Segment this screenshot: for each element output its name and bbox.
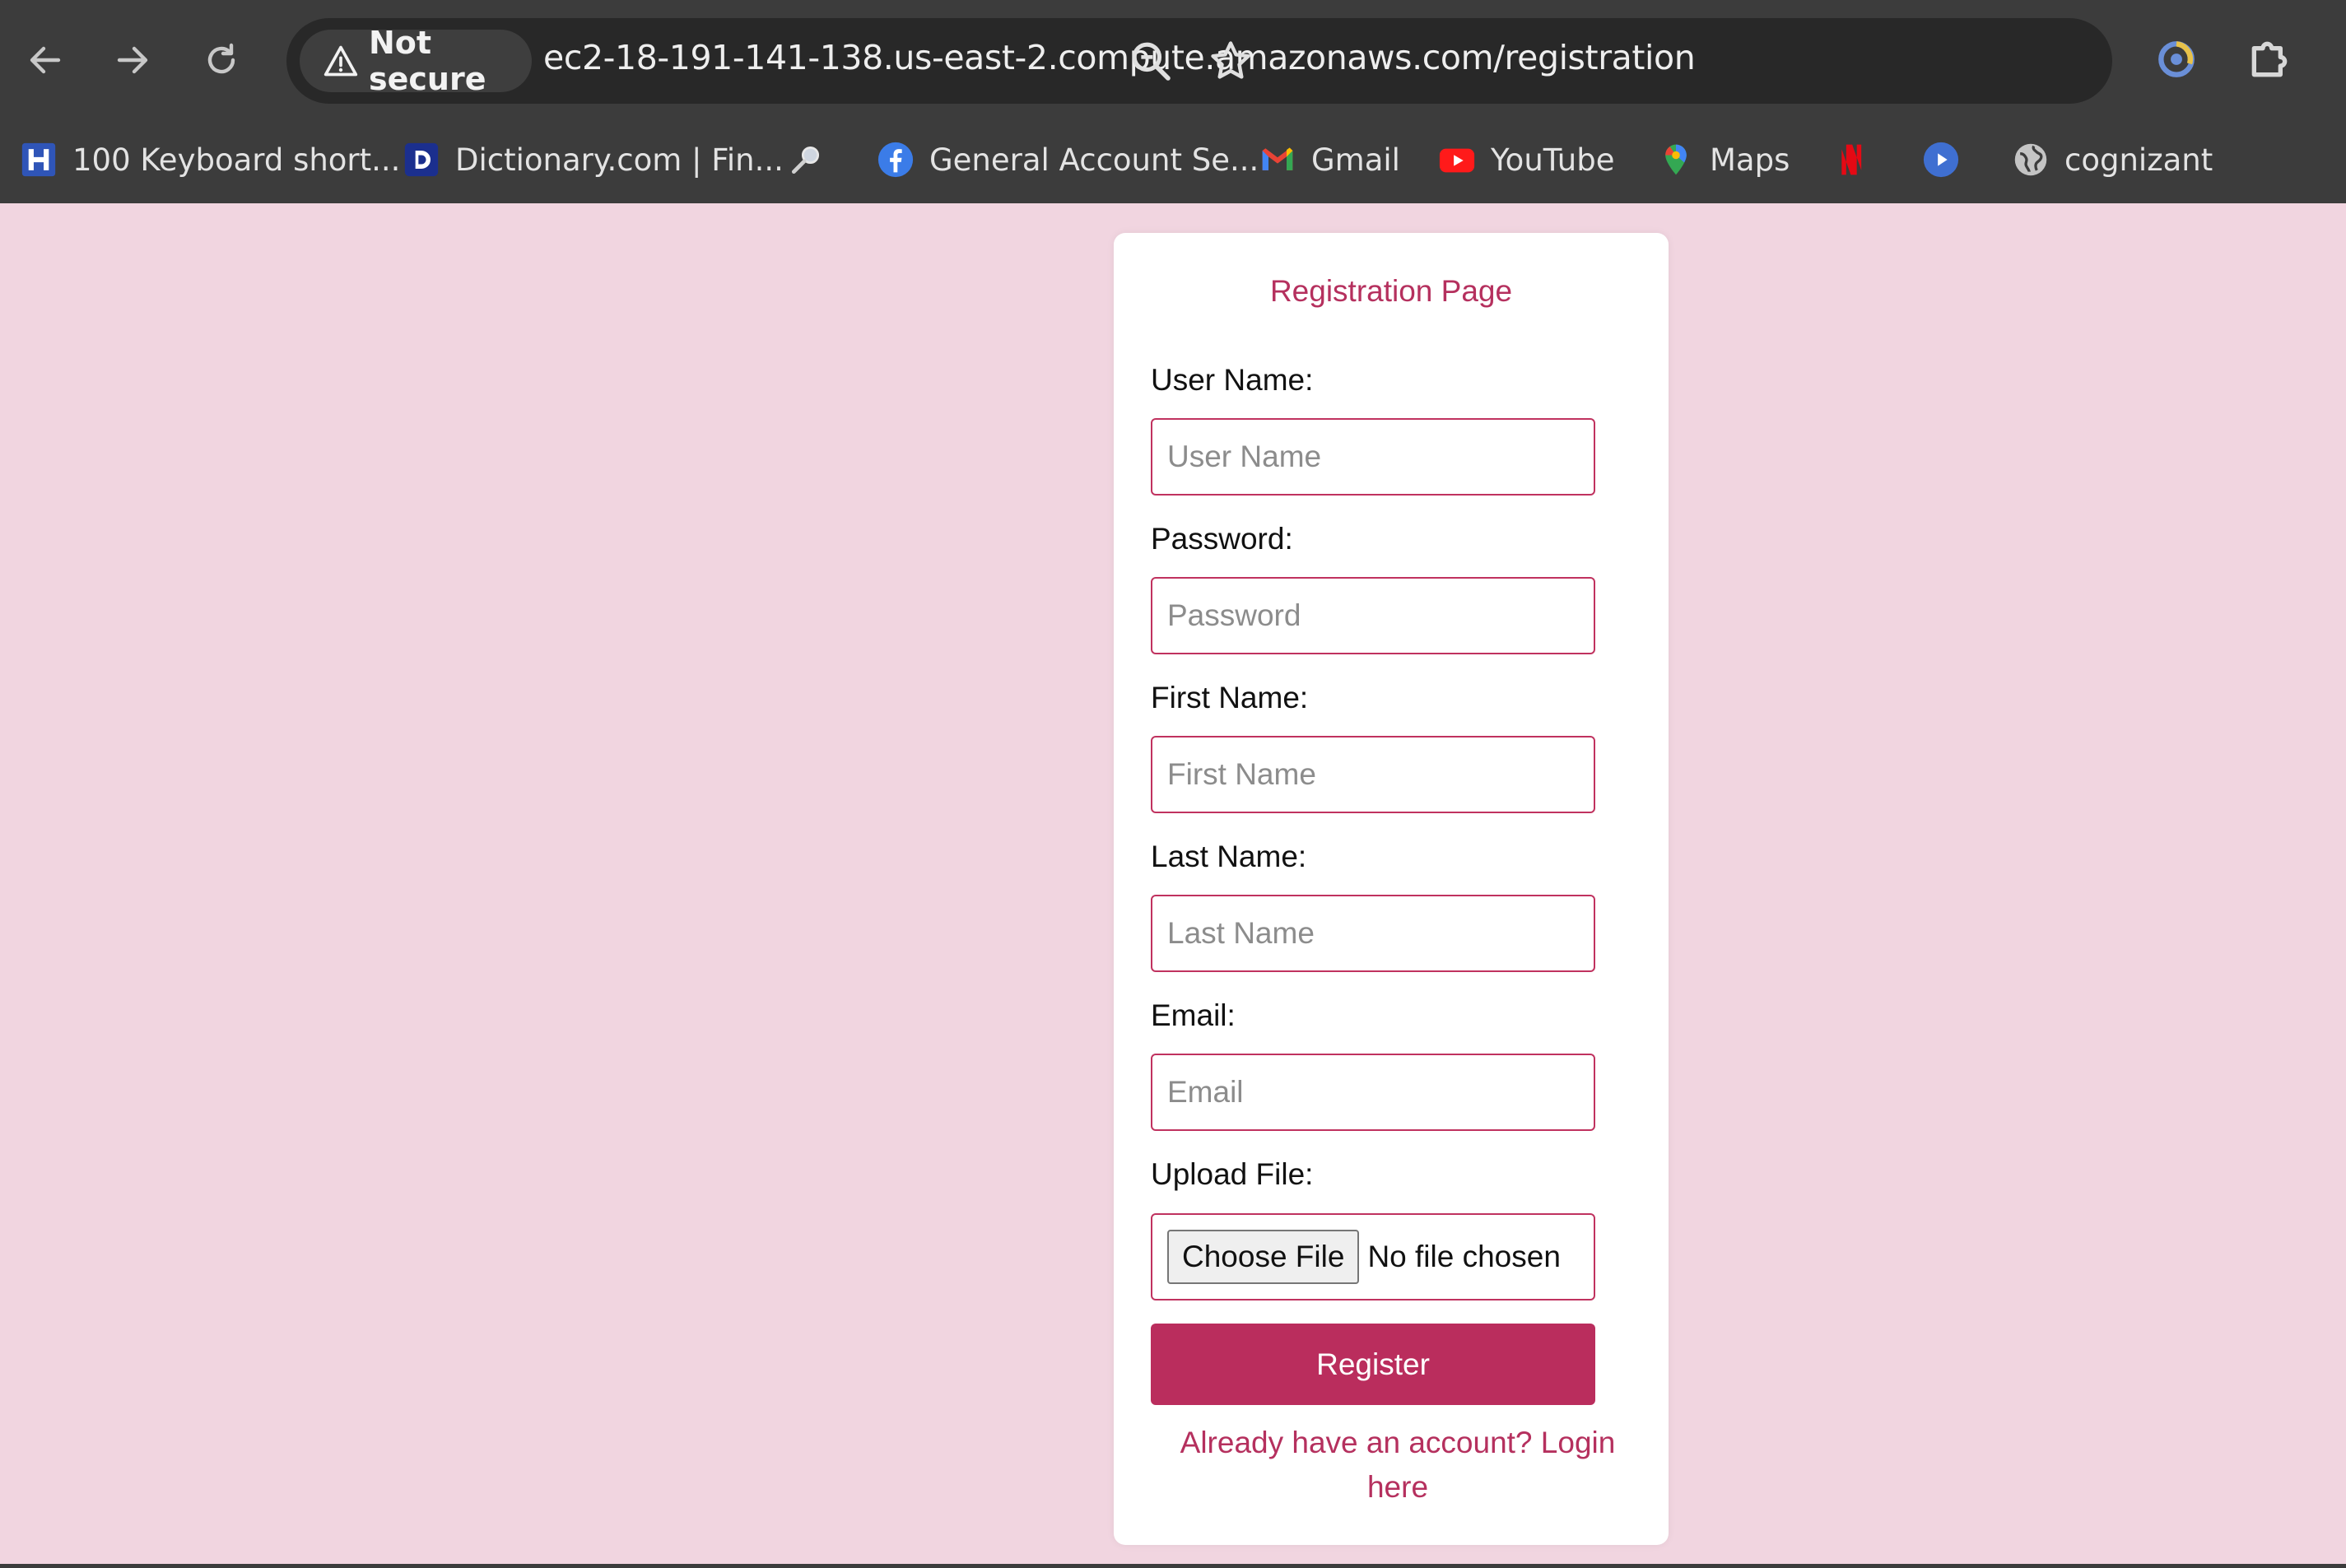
upload-label: Upload File: <box>1151 1157 1314 1191</box>
extension-icon[interactable] <box>2150 33 2203 86</box>
magnifier-icon <box>787 141 825 179</box>
maps-pin-icon <box>1657 141 1695 179</box>
first-name-label: First Name: <box>1151 681 1309 714</box>
security-indicator[interactable]: Not secure <box>300 25 532 97</box>
bookmark-media-player[interactable] <box>1922 135 1960 184</box>
password-input[interactable] <box>1151 577 1595 654</box>
back-arrow-icon <box>30 46 61 74</box>
login-link[interactable]: Already have an account? Login here <box>1163 1421 1632 1510</box>
forward-arrow-icon <box>117 46 148 74</box>
zoom-icon[interactable] <box>1128 38 1174 84</box>
last-name-label: Last Name: <box>1151 840 1307 873</box>
bookmark-netflix[interactable] <box>1835 135 1873 184</box>
back-button[interactable] <box>16 31 74 89</box>
globe-icon <box>2012 141 2050 179</box>
bookmark-search-tool[interactable] <box>787 135 825 184</box>
play-circle-icon <box>1922 141 1960 179</box>
registration-card: Registration Page User Name: Password: F… <box>1114 233 1669 1545</box>
window-bottom-border <box>0 1564 2346 1568</box>
choose-file-button[interactable]: Choose File <box>1167 1230 1360 1284</box>
first-name-input[interactable] <box>1151 736 1595 813</box>
bookmarks-bar: 100 Keyboard short... Dictionary.com | F… <box>0 115 2346 203</box>
page-title: Registration Page <box>1269 274 1513 308</box>
file-status-text: No file chosen <box>1367 1240 1561 1273</box>
facebook-icon <box>877 141 915 179</box>
bookmark-star-icon[interactable] <box>1208 38 1254 84</box>
dictionary-logo-icon <box>403 141 440 179</box>
browser-chrome: Not secure ec2-18-191-141-138.us-east-2.… <box>0 0 2346 203</box>
password-label: Password: <box>1151 522 1293 556</box>
bookmark-keyboard-shortcuts[interactable]: 100 Keyboard short... <box>20 135 400 184</box>
bookmark-facebook-account[interactable]: General Account Se... <box>877 135 1259 184</box>
bookmark-maps[interactable]: Maps <box>1657 135 1790 184</box>
email-label: Email: <box>1151 998 1236 1032</box>
address-bar[interactable]: Not secure ec2-18-191-141-138.us-east-2.… <box>286 18 2112 104</box>
url-text[interactable]: ec2-18-191-141-138.us-east-2.compute.ama… <box>543 38 1696 77</box>
register-button[interactable]: Register <box>1151 1324 1595 1405</box>
bookmark-gmail[interactable]: Gmail <box>1259 135 1400 184</box>
username-label: User Name: <box>1151 363 1314 397</box>
bookmark-youtube[interactable]: YouTube <box>1438 135 1614 184</box>
bookmark-cognizant[interactable]: cognizant <box>2012 135 2213 184</box>
youtube-icon <box>1438 141 1476 179</box>
last-name-input[interactable] <box>1151 895 1595 972</box>
h-logo-icon <box>20 141 58 179</box>
file-upload-field[interactable]: Choose File No file chosen <box>1151 1213 1595 1300</box>
email-input[interactable] <box>1151 1054 1595 1131</box>
security-label: Not secure <box>369 25 486 97</box>
forward-button[interactable] <box>104 31 161 89</box>
reload-icon <box>207 43 235 74</box>
bookmark-dictionary[interactable]: Dictionary.com | Fin... <box>403 135 784 184</box>
reload-button[interactable] <box>193 31 250 89</box>
browser-toolbar: Not secure ec2-18-191-141-138.us-east-2.… <box>0 0 2346 115</box>
username-input[interactable] <box>1151 418 1595 496</box>
netflix-icon <box>1835 141 1873 179</box>
gmail-icon <box>1259 141 1296 179</box>
extensions-puzzle-icon[interactable] <box>2243 33 2296 86</box>
warning-triangle-icon <box>324 45 358 77</box>
